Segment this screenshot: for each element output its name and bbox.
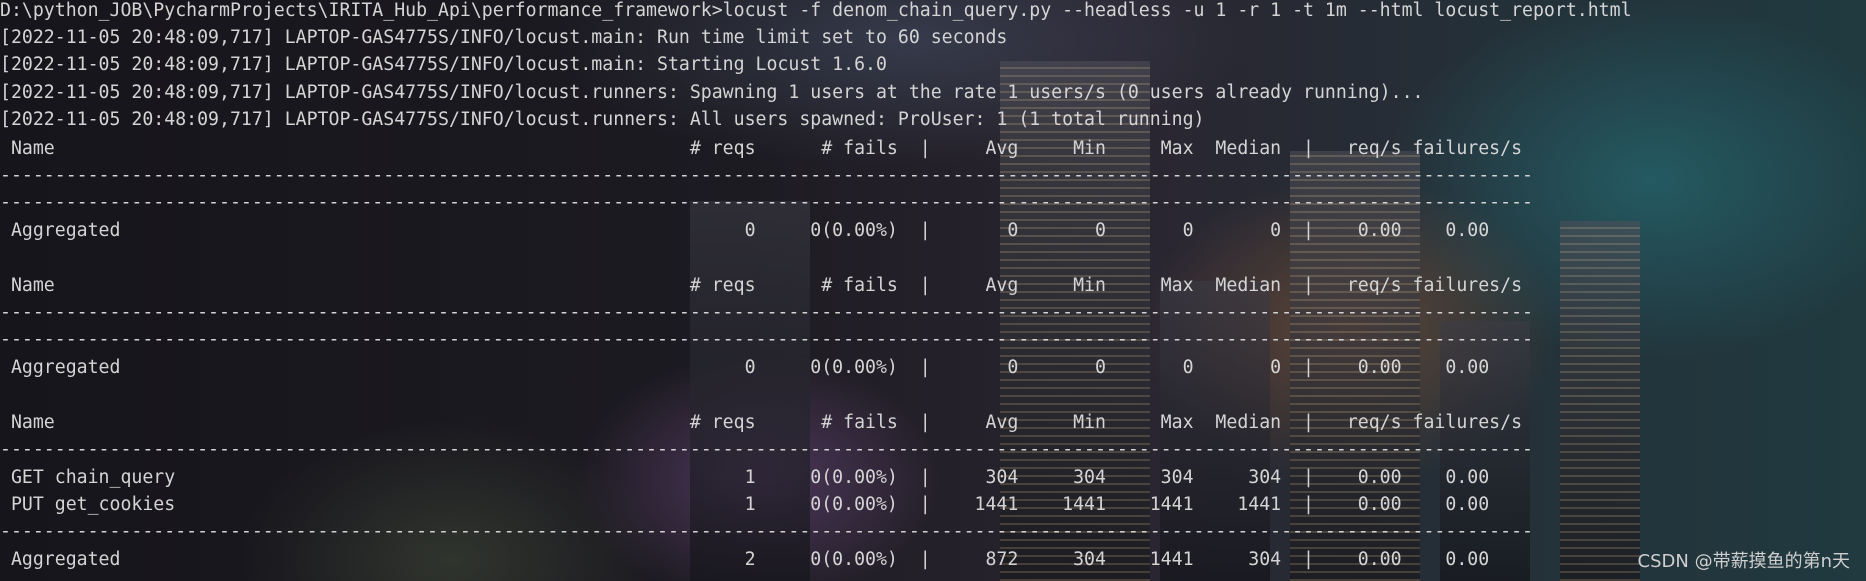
log-line: [2022-11-05 20:48:09,717] LAPTOP-GAS4775…: [0, 109, 1205, 130]
command-line: D:\python_JOB\PycharmProjects\IRITA_Hub_…: [0, 0, 1632, 21]
stats-aggregated-row: Aggregated 0 0(0.00%) | 0 0 0 0 | 0.00 0…: [0, 220, 1490, 241]
stats-aggregated-row: Aggregated 0 0(0.00%) | 0 0 0 0 | 0.00 0…: [0, 357, 1490, 378]
log-line: [2022-11-05 20:48:09,717] LAPTOP-GAS4775…: [0, 82, 1424, 103]
stats-header: Name # reqs # fails | Avg Min Max Median…: [0, 275, 1523, 296]
stats-header: Name # reqs # fails | Avg Min Max Median…: [0, 138, 1523, 159]
stats-header: Name # reqs # fails | Avg Min Max Median…: [0, 412, 1523, 433]
stats-row: GET chain_query 1 0(0.00%) | 304 304 304…: [0, 467, 1490, 488]
stats-separator: ----------------------------------------…: [0, 439, 1533, 460]
stats-separator: ----------------------------------------…: [0, 165, 1533, 186]
stats-separator: ----------------------------------------…: [0, 302, 1533, 323]
stats-separator: ----------------------------------------…: [0, 521, 1533, 542]
stats-aggregated-row: Aggregated 2 0(0.00%) | 872 304 1441 304…: [0, 549, 1490, 570]
log-line: [2022-11-05 20:48:09,717] LAPTOP-GAS4775…: [0, 27, 1008, 48]
csdn-watermark: CSDN @带薪摸鱼的第n天: [1637, 551, 1850, 572]
stats-separator: ----------------------------------------…: [0, 192, 1533, 213]
stats-row: PUT get_cookies 1 0(0.00%) | 1441 1441 1…: [0, 494, 1490, 515]
stats-separator: ----------------------------------------…: [0, 329, 1533, 350]
terminal-window[interactable]: D:\python_JOB\PycharmProjects\IRITA_Hub_…: [0, 0, 1866, 581]
log-line: [2022-11-05 20:48:09,717] LAPTOP-GAS4775…: [0, 54, 887, 75]
